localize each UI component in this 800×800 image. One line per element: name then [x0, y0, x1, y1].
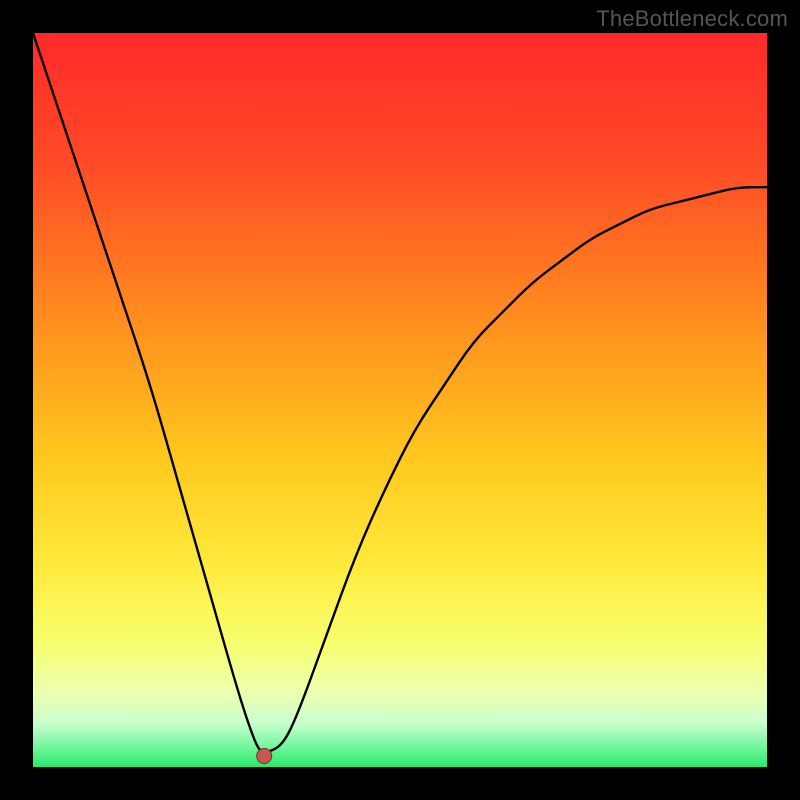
plot-area — [33, 33, 767, 767]
optimal-point-marker — [257, 748, 272, 763]
chart-svg — [33, 33, 767, 767]
watermark-text: TheBottleneck.com — [596, 6, 788, 32]
chart-frame: TheBottleneck.com — [0, 0, 800, 800]
gradient-background — [33, 33, 767, 767]
